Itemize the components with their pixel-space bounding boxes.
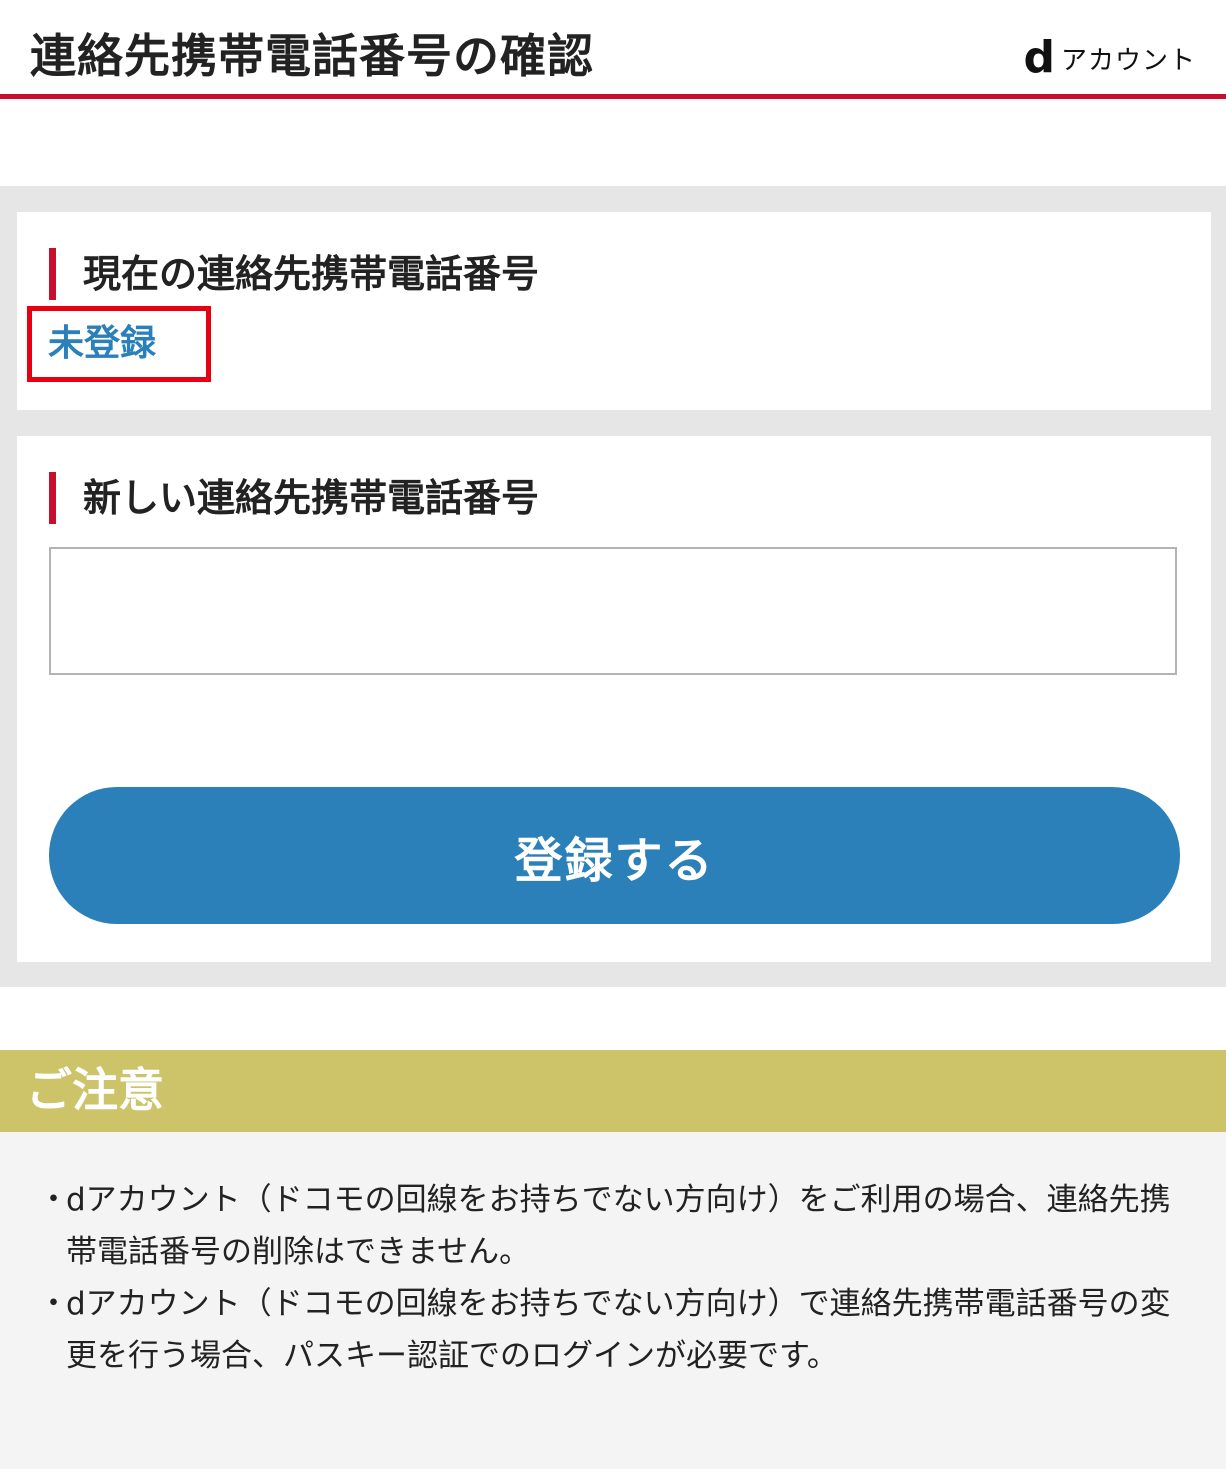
notice-item-text: dアカウント（ドコモの回線をお持ちでない方向け）で連絡先携帯電話番号の変更を行う… [66,1286,1171,1374]
current-number-card: 現在の連絡先携帯電話番号 未登録 [17,212,1211,410]
notice-item-text: dアカウント（ドコモの回線をお持ちでない方向け）をご利用の場合、連絡先携帯電話番… [66,1182,1171,1270]
register-button[interactable]: 登録する [49,787,1180,924]
new-number-card: 新しい連絡先携帯電話番号 登録する [17,436,1211,962]
brand-logo: d アカウント [1023,32,1196,83]
notice-item: ・ dアカウント（ドコモの回線をお持ちでない方向け）をご利用の場合、連絡先携帯電… [38,1174,1198,1278]
notice-body: ・ dアカウント（ドコモの回線をお持ちでない方向け）をご利用の場合、連絡先携帯電… [0,1132,1226,1469]
notice-title: ご注意 [26,1063,164,1117]
page-title: 連絡先携帯電話番号の確認 [30,29,594,83]
notice-bullet: ・ [38,1182,69,1218]
page-header: 連絡先携帯電話番号の確認 d アカウント [0,0,1226,99]
notice-bullet: ・ [38,1286,69,1322]
notice-header: ご注意 [0,1050,1226,1132]
notice-item: ・ dアカウント（ドコモの回線をお持ちでない方向け）で連絡先携帯電話番号の変更を… [38,1278,1198,1382]
brand-text: アカウント [1060,46,1196,76]
new-number-heading: 新しい連絡先携帯電話番号 [49,472,539,524]
current-number-status: 未登録 [27,306,211,382]
notice-list: ・ dアカウント（ドコモの回線をお持ちでない方向け）をご利用の場合、連絡先携帯電… [38,1174,1198,1382]
current-number-heading: 現在の連絡先携帯電話番号 [49,248,539,300]
brand-d-mark: d [1023,32,1055,83]
new-phone-input[interactable] [49,547,1177,675]
